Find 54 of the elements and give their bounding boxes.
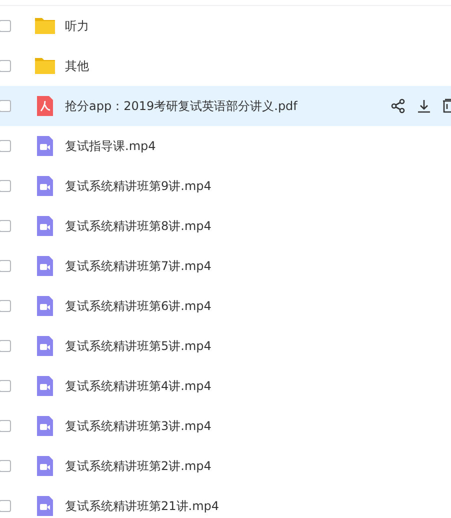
video-file-icon: [35, 376, 55, 396]
folder-icon: [35, 56, 55, 76]
video-file-icon: [35, 416, 55, 436]
folder-icon: [35, 16, 55, 36]
video-file-icon: [35, 216, 55, 236]
file-name: 听力: [65, 18, 89, 34]
checkbox[interactable]: [0, 140, 11, 152]
file-row[interactable]: 复试系统精讲班第21讲.mp4: [0, 486, 451, 518]
file-name: 抢分app：2019考研复试英语部分讲义.pdf: [65, 98, 298, 114]
file-row[interactable]: 复试系统精讲班第2讲.mp4: [0, 446, 451, 486]
file-row[interactable]: 复试系统精讲班第8讲.mp4: [0, 206, 451, 246]
video-file-icon: [35, 336, 55, 356]
file-name: 复试系统精讲班第4讲.mp4: [65, 378, 212, 394]
checkbox[interactable]: [0, 180, 11, 192]
checkbox[interactable]: [0, 380, 11, 392]
checkbox[interactable]: [0, 60, 11, 72]
file-row[interactable]: 复试系统精讲班第5讲.mp4: [0, 326, 451, 366]
file-row[interactable]: 复试系统精讲班第4讲.mp4: [0, 366, 451, 406]
file-name: 复试系统精讲班第9讲.mp4: [65, 178, 212, 194]
checkbox[interactable]: [0, 220, 11, 232]
video-file-icon: [35, 456, 55, 476]
file-name: 复试系统精讲班第21讲.mp4: [65, 498, 220, 514]
checkbox[interactable]: [0, 20, 11, 32]
file-row[interactable]: 抢分app：2019考研复试英语部分讲义.pdf: [0, 86, 451, 126]
file-row[interactable]: 其他: [0, 46, 451, 86]
checkbox[interactable]: [0, 100, 11, 112]
checkbox[interactable]: [0, 260, 11, 272]
file-row[interactable]: 复试系统精讲班第6讲.mp4: [0, 286, 451, 326]
file-name: 复试指导课.mp4: [65, 138, 156, 154]
checkbox[interactable]: [0, 460, 11, 472]
download-icon[interactable]: [416, 98, 432, 114]
file-name: 复试系统精讲班第8讲.mp4: [65, 218, 212, 234]
checkbox[interactable]: [0, 300, 11, 312]
file-name: 其他: [65, 58, 89, 74]
file-name: 复试系统精讲班第7讲.mp4: [65, 258, 212, 274]
checkbox[interactable]: [0, 340, 11, 352]
file-name: 复试系统精讲班第6讲.mp4: [65, 298, 212, 314]
video-file-icon: [35, 296, 55, 316]
video-file-icon: [35, 176, 55, 196]
delete-icon[interactable]: [442, 98, 451, 114]
file-name: 复试系统精讲班第2讲.mp4: [65, 458, 212, 474]
video-file-icon: [35, 136, 55, 156]
file-name: 复试系统精讲班第3讲.mp4: [65, 418, 212, 434]
file-row[interactable]: 复试系统精讲班第9讲.mp4: [0, 166, 451, 206]
file-row[interactable]: 复试系统精讲班第7讲.mp4: [0, 246, 451, 286]
checkbox[interactable]: [0, 500, 11, 512]
file-name: 复试系统精讲班第5讲.mp4: [65, 338, 212, 354]
file-row[interactable]: 复试指导课.mp4: [0, 126, 451, 166]
video-file-icon: [35, 256, 55, 276]
checkbox[interactable]: [0, 420, 11, 432]
share-icon[interactable]: [390, 98, 406, 114]
file-row[interactable]: 复试系统精讲班第3讲.mp4: [0, 406, 451, 446]
pdf-icon: [35, 96, 55, 116]
file-row[interactable]: 听力: [0, 6, 451, 46]
